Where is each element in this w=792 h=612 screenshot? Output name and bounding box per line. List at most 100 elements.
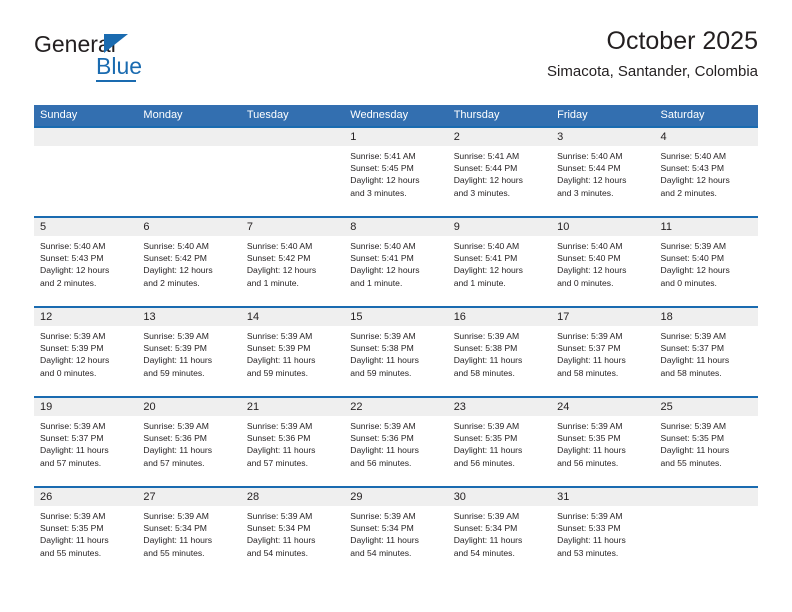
calendar-day-cell[interactable]: 28 Sunrise: 5:39 AM Sunset: 5:34 PM Dayligh… xyxy=(240,486,345,577)
day-details: Sunrise: 5:39 AM Sunset: 5:35 PM Daylight:… xyxy=(34,506,137,559)
daylight-text-line2: and 1 minute. xyxy=(350,277,403,288)
daylight-text-line2: and 57 minutes. xyxy=(40,457,102,468)
calendar-day-cell[interactable]: 18 Sunrise: 5:39 AM Sunset: 5:37 PM Dayligh… xyxy=(654,306,758,397)
calendar-day-cell[interactable]: 27 Sunrise: 5:39 AM Sunset: 5:34 PM Dayligh… xyxy=(137,486,241,577)
calendar-day-cell[interactable]: 12 Sunrise: 5:39 AM Sunset: 5:39 PM Dayligh… xyxy=(34,306,138,397)
daylight-text-line1: Daylight: 12 hours xyxy=(453,175,523,186)
daylight-text-line1: Daylight: 11 hours xyxy=(660,355,730,366)
day-number: 30 xyxy=(447,488,552,506)
calendar-day-cell[interactable]: 31 Sunrise: 5:39 AM Sunset: 5:33 PM Dayligh… xyxy=(551,486,655,577)
sunset-text: Sunset: 5:36 PM xyxy=(246,433,311,444)
sunrise-text: Sunrise: 5:39 AM xyxy=(143,511,209,521)
sunrise-text: Sunrise: 5:39 AM xyxy=(660,421,726,431)
daylight-text-line2: and 54 minutes. xyxy=(350,547,412,558)
sunrise-text: Sunrise: 5:39 AM xyxy=(40,331,106,341)
daylight-text-line1: Daylight: 12 hours xyxy=(660,265,730,276)
calendar-day-cell[interactable]: 22 Sunrise: 5:39 AM Sunset: 5:36 PM Dayligh… xyxy=(344,396,448,487)
weekday-header-thursday: Thursday xyxy=(447,105,552,127)
calendar-day-cell[interactable]: 26 Sunrise: 5:39 AM Sunset: 5:35 PM Dayligh… xyxy=(34,486,138,577)
calendar-day-cell[interactable]: 7 Sunrise: 5:40 AM Sunset: 5:42 PM Daylight… xyxy=(240,216,345,307)
daylight-text-line2: and 54 minutes. xyxy=(453,547,515,558)
calendar-day-cell[interactable]: 19 Sunrise: 5:39 AM Sunset: 5:37 PM Dayligh… xyxy=(34,396,138,487)
sunset-text: Sunset: 5:38 PM xyxy=(350,343,414,354)
day-number: 17 xyxy=(551,308,655,326)
calendar-day-cell[interactable]: 4 Sunrise: 5:40 AM Sunset: 5:43 PM Daylight… xyxy=(654,126,758,217)
daylight-text-line1: Daylight: 11 hours xyxy=(453,535,523,546)
calendar-day-cell[interactable]: 29 Sunrise: 5:39 AM Sunset: 5:34 PM Dayligh… xyxy=(344,486,448,577)
day-number: 31 xyxy=(551,488,655,506)
daylight-text-line1: Daylight: 12 hours xyxy=(557,265,627,276)
calendar-empty-cell xyxy=(240,126,345,217)
calendar-day-cell[interactable]: 8 Sunrise: 5:40 AM Sunset: 5:41 PM Daylight… xyxy=(344,216,448,307)
daylight-text-line1: Daylight: 11 hours xyxy=(40,445,109,456)
calendar-head: Sunday Monday Tuesday Wednesday Thursday… xyxy=(34,105,758,127)
calendar-day-cell[interactable]: 15 Sunrise: 5:39 AM Sunset: 5:38 PM Dayligh… xyxy=(344,306,448,397)
daylight-text-line1: Daylight: 11 hours xyxy=(143,445,213,456)
day-number: 21 xyxy=(240,398,345,416)
sunset-text: Sunset: 5:44 PM xyxy=(557,163,621,174)
sunrise-text: Sunrise: 5:39 AM xyxy=(350,511,416,521)
sunrise-text: Sunrise: 5:41 AM xyxy=(453,151,520,161)
sunset-text: Sunset: 5:38 PM xyxy=(453,343,518,354)
day-number: 18 xyxy=(654,308,758,326)
day-number: 1 xyxy=(344,128,448,146)
calendar-day-cell[interactable]: 13 Sunrise: 5:39 AM Sunset: 5:39 PM Dayligh… xyxy=(137,306,241,397)
day-number: 26 xyxy=(34,488,138,506)
calendar-day-cell[interactable]: 10 Sunrise: 5:40 AM Sunset: 5:40 PM Dayligh… xyxy=(551,216,655,307)
weekday-header-saturday: Saturday xyxy=(654,105,758,127)
sunset-text: Sunset: 5:39 PM xyxy=(143,343,207,354)
calendar-day-cell[interactable]: 5 Sunrise: 5:40 AM Sunset: 5:43 PM Daylight… xyxy=(34,216,138,307)
calendar-day-cell[interactable]: 14 Sunrise: 5:39 AM Sunset: 5:39 PM Dayligh… xyxy=(240,306,345,397)
calendar-day-cell[interactable]: 23 Sunrise: 5:39 AM Sunset: 5:35 PM Dayligh… xyxy=(447,396,552,487)
calendar-day-cell[interactable]: 25 Sunrise: 5:39 AM Sunset: 5:35 PM Dayligh… xyxy=(654,396,758,487)
calendar-day-cell[interactable]: 6 Sunrise: 5:40 AM Sunset: 5:42 PM Daylight… xyxy=(137,216,241,307)
daylight-text-line2: and 56 minutes. xyxy=(557,457,619,468)
calendar-page: General Blue October 2025 Simacota, Sant… xyxy=(0,0,792,612)
sunrise-text: Sunrise: 5:39 AM xyxy=(557,331,623,341)
sunset-text: Sunset: 5:35 PM xyxy=(660,433,725,444)
day-number: 13 xyxy=(137,308,241,326)
day-number xyxy=(240,128,345,146)
calendar-day-cell[interactable]: 11 Sunrise: 5:39 AM Sunset: 5:40 PM Dayligh… xyxy=(654,216,758,307)
sunset-text: Sunset: 5:36 PM xyxy=(143,433,207,444)
day-details: Sunrise: 5:39 AM Sunset: 5:36 PM Daylight:… xyxy=(241,416,344,469)
page-subtitle: Simacota, Santander, Colombia xyxy=(547,63,758,80)
calendar-day-cell[interactable]: 20 Sunrise: 5:39 AM Sunset: 5:36 PM Dayligh… xyxy=(137,396,241,487)
calendar-day-cell[interactable]: 17 Sunrise: 5:39 AM Sunset: 5:37 PM Dayligh… xyxy=(551,306,655,397)
sunrise-text: Sunrise: 5:40 AM xyxy=(246,241,313,251)
day-number: 24 xyxy=(551,398,655,416)
sunrise-text: Sunrise: 5:39 AM xyxy=(660,241,726,251)
general-blue-logo[interactable]: General Blue xyxy=(34,32,234,90)
daylight-text-line2: and 55 minutes. xyxy=(40,547,102,558)
daylight-text-line1: Daylight: 11 hours xyxy=(660,445,730,456)
sunrise-text: Sunrise: 5:40 AM xyxy=(350,241,416,251)
calendar-week-row: 26 Sunrise: 5:39 AM Sunset: 5:35 PM Dayligh… xyxy=(34,486,758,577)
sunrise-text: Sunrise: 5:39 AM xyxy=(246,331,313,341)
calendar-empty-cell xyxy=(34,126,138,217)
day-details: Sunrise: 5:40 AM Sunset: 5:44 PM Daylight:… xyxy=(551,146,654,199)
day-details: Sunrise: 5:39 AM Sunset: 5:33 PM Daylight:… xyxy=(551,506,654,559)
weekday-header-tuesday: Tuesday xyxy=(240,105,345,127)
day-number: 7 xyxy=(240,218,345,236)
day-details: Sunrise: 5:40 AM Sunset: 5:43 PM Daylight:… xyxy=(655,146,758,199)
calendar-day-cell[interactable]: 16 Sunrise: 5:39 AM Sunset: 5:38 PM Dayligh… xyxy=(447,306,552,397)
daylight-text-line1: Daylight: 12 hours xyxy=(350,265,420,276)
calendar-day-cell[interactable]: 2 Sunrise: 5:41 AM Sunset: 5:44 PM Daylight… xyxy=(447,126,552,217)
calendar-day-cell[interactable]: 3 Sunrise: 5:40 AM Sunset: 5:44 PM Daylight… xyxy=(551,126,655,217)
calendar-day-cell[interactable]: 21 Sunrise: 5:39 AM Sunset: 5:36 PM Dayligh… xyxy=(240,396,345,487)
day-details: Sunrise: 5:39 AM Sunset: 5:34 PM Daylight:… xyxy=(241,506,344,559)
logo-underline xyxy=(96,80,136,82)
day-details: Sunrise: 5:39 AM Sunset: 5:38 PM Daylight:… xyxy=(344,326,447,379)
day-details: Sunrise: 5:39 AM Sunset: 5:34 PM Daylight:… xyxy=(448,506,551,559)
day-details: Sunrise: 5:39 AM Sunset: 5:37 PM Daylight:… xyxy=(655,326,758,379)
calendar-day-cell[interactable]: 24 Sunrise: 5:39 AM Sunset: 5:35 PM Dayligh… xyxy=(551,396,655,487)
page-title: October 2025 xyxy=(606,27,759,55)
calendar-day-cell[interactable]: 1 Sunrise: 5:41 AM Sunset: 5:45 PM Daylight… xyxy=(344,126,448,217)
daylight-text-line1: Daylight: 12 hours xyxy=(143,265,213,276)
daylight-text-line2: and 3 minutes. xyxy=(557,187,614,198)
calendar-day-cell[interactable]: 30 Sunrise: 5:39 AM Sunset: 5:34 PM Dayligh… xyxy=(447,486,552,577)
daylight-text-line2: and 2 minutes. xyxy=(143,277,200,288)
calendar-day-cell[interactable]: 9 Sunrise: 5:40 AM Sunset: 5:41 PM Daylight… xyxy=(447,216,552,307)
sunset-text: Sunset: 5:33 PM xyxy=(557,523,621,534)
daylight-text-line1: Daylight: 11 hours xyxy=(143,355,213,366)
